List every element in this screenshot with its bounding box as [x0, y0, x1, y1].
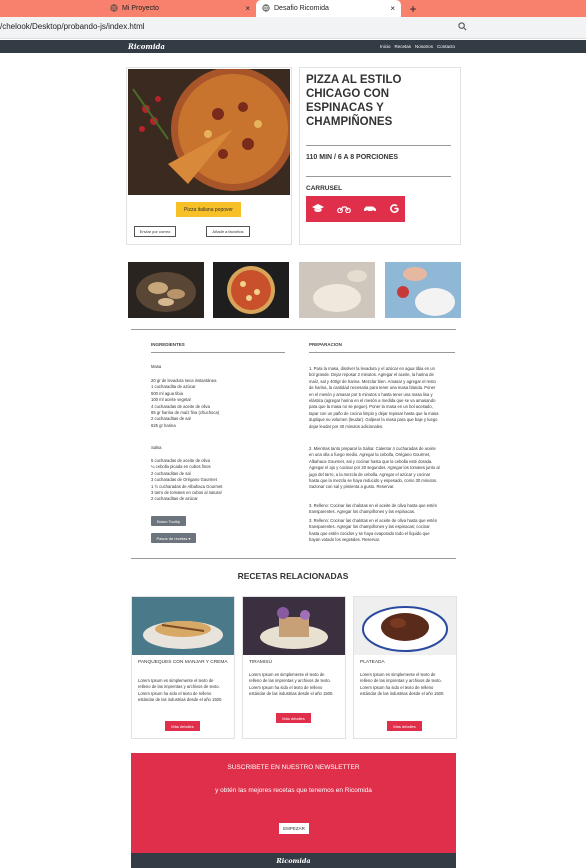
graduation-cap-icon[interactable]: [312, 200, 325, 218]
related-heading: RECETAS RELACIONADAS: [237, 571, 349, 581]
section-divider: [131, 329, 456, 330]
globe-icon: [110, 3, 118, 14]
new-tab-button[interactable]: +: [404, 0, 422, 17]
salsa-label: Salsa: [151, 445, 162, 450]
recipe-title: PIZZA AL ESTILO CHICAGO CON ESPINACAS Y …: [306, 74, 402, 128]
ingredients-heading: INGREDIENTES: [151, 342, 185, 347]
car-icon[interactable]: [363, 200, 377, 218]
tiramisu-image: [243, 597, 345, 655]
masa-list: 20 gr de levadura seca instantánea 1 cuc…: [151, 378, 291, 429]
tooltip-button[interactable]: Boton Tooltip: [151, 516, 186, 526]
favorites-button[interactable]: Añadir a favoritos: [206, 226, 250, 237]
step-3a: 3. Relleno: Cocinar las chalotas en el a…: [309, 503, 438, 515]
gallery-image-dough[interactable]: [299, 262, 375, 318]
carrusel-label: CARRUSEL: [306, 185, 343, 192]
ingredient-item: 625 gr harina: [151, 422, 176, 428]
preparation-heading: PREPARACION: [309, 342, 342, 347]
card-body: Lorem Ipsum es simplemente el texto de r…: [249, 672, 334, 697]
step-1: 1. Para la masa, disolver la levadura y …: [309, 366, 439, 429]
step-3b: 3. Relleno: Cocinar las chalotas en el a…: [309, 518, 438, 543]
nav-link-inicio[interactable]: Inicio: [380, 44, 391, 49]
step-2: 2. Mientras tanto preparar la Salsa: Cal…: [309, 446, 440, 490]
carrusel-box[interactable]: [306, 196, 405, 222]
close-tab-icon[interactable]: ×: [245, 4, 250, 13]
section-divider: [131, 558, 456, 559]
email-button[interactable]: Enviar por correo: [134, 226, 176, 237]
tab-mi-proyecto[interactable]: Mi Proyecto ×: [104, 0, 256, 17]
card-body: Lorem Ipsum es simplemente el texto de r…: [138, 678, 223, 703]
divider: [306, 176, 451, 177]
newsletter-subtitle: y obtén las mejores recetas que tenemos …: [215, 787, 372, 794]
start-button[interactable]: EMPEZAR: [279, 823, 309, 834]
url-text[interactable]: /chelook/Desktop/probando-js/index.html: [0, 22, 145, 31]
card-body: Lorem Ipsum es simplemente el texto de r…: [360, 672, 445, 697]
gallery-image-pizza[interactable]: [213, 262, 289, 318]
card-title: PANQUEQUES CON MANJAR Y CREMA: [138, 660, 228, 665]
more-details-button[interactable]: Más detalles: [165, 721, 200, 731]
gallery-image-flour[interactable]: [385, 262, 461, 318]
motorcycle-icon[interactable]: [336, 200, 351, 218]
recipe-time: 110 MIN / 6 A 8 PORCIONES: [306, 154, 399, 161]
search-icon[interactable]: [458, 22, 467, 33]
masa-label: Masa: [151, 364, 162, 369]
divider: [151, 352, 285, 353]
salsa-list: 5 cucharadas de aceite de oliva ¼ ceboll…: [151, 458, 291, 503]
nav-links: Inicio Recetas Nosotros Contacto: [380, 44, 455, 49]
divider: [306, 145, 451, 146]
divider: [309, 352, 455, 353]
nav-link-recetas[interactable]: Recetas: [395, 44, 412, 49]
nav-link-nosotros[interactable]: Nosotros: [415, 44, 433, 49]
newsletter-title: SUSCRIBETE EN NUESTRO NEWSLETTER: [227, 764, 360, 771]
tab-label: Mi Proyecto: [122, 5, 159, 12]
google-icon[interactable]: [389, 200, 399, 218]
more-details-button[interactable]: Más detalles: [387, 721, 422, 731]
tab-desafio-ricomida[interactable]: Desafio Ricomida ×: [256, 0, 401, 17]
footer-brand: Ricomida: [131, 853, 456, 868]
ingredient-item: 2 cucharaditas de azúcar: [151, 496, 198, 502]
popover-button[interactable]: Pizza italiana popover: [176, 202, 241, 217]
brand-logo[interactable]: Ricomida: [128, 42, 165, 51]
more-details-button[interactable]: Más detalles: [276, 713, 311, 723]
tab-label: Desafio Ricomida: [274, 5, 329, 12]
nav-link-contacto[interactable]: Contacto: [437, 44, 455, 49]
pizza-image: [128, 69, 290, 195]
steps-dropdown-button[interactable]: Pasos de recetas ▾: [151, 533, 196, 543]
globe-icon: [262, 3, 270, 14]
close-tab-icon[interactable]: ×: [390, 4, 395, 13]
site-navbar: [0, 40, 586, 53]
card-title: PLATEADA: [360, 660, 385, 665]
panqueques-image: [132, 597, 234, 655]
card-title: TIRAMISÚ: [249, 660, 272, 665]
gallery-image-mushrooms[interactable]: [128, 262, 204, 318]
plateada-image: [354, 597, 456, 655]
